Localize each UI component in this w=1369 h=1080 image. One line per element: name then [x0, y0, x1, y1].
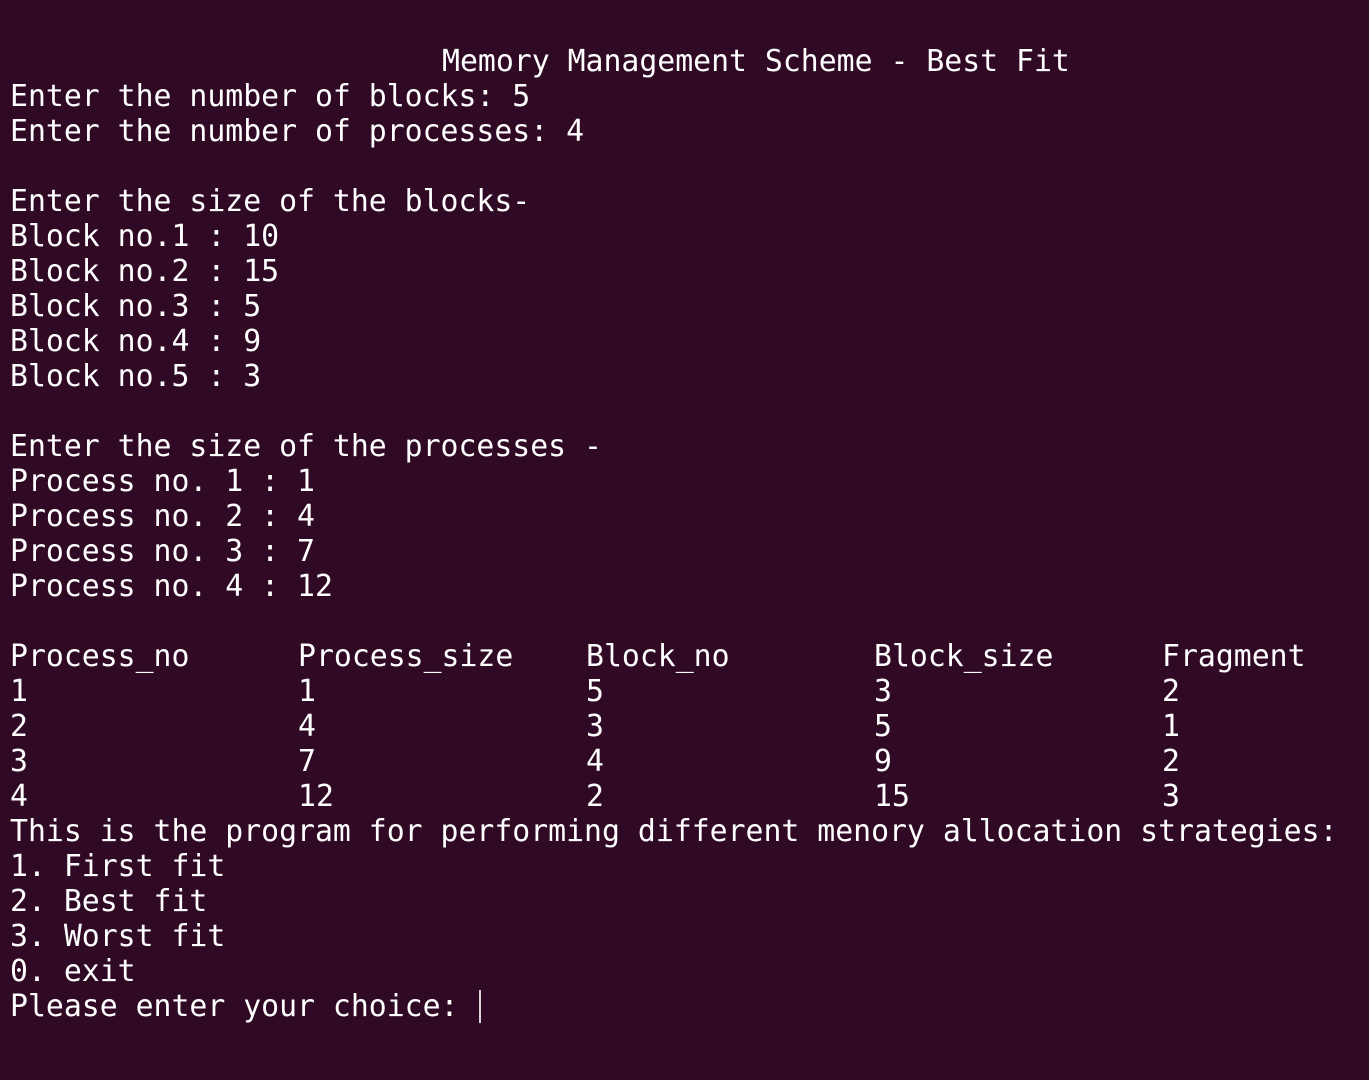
- menu-intro: This is the program for performing diffe…: [10, 814, 1338, 849]
- table-header-cell: Block_no: [586, 639, 730, 674]
- table-cell: 3: [1162, 779, 1180, 814]
- table-cell: 15: [874, 779, 910, 814]
- blocks-count-prompt: Enter the number of blocks: 5: [10, 79, 531, 114]
- table-cell: 7: [298, 744, 316, 779]
- table-header-cell: Process_no: [10, 639, 190, 674]
- table-cell: 4: [10, 779, 28, 814]
- menu-item: 2. Best fit: [10, 884, 208, 919]
- table-cell: 3: [10, 744, 28, 779]
- table-row: 3 7 4 9 2: [10, 744, 1369, 779]
- table-cell: 4: [298, 709, 316, 744]
- block-size-line: Block no.2 : 15: [10, 254, 280, 289]
- process-size-line: Process no. 3 : 7: [10, 534, 315, 569]
- table-header-cell: Block_size: [874, 639, 1054, 674]
- table-header-row: Process_no Process_size Block_no Block_s…: [10, 639, 1369, 674]
- table-row: 2 4 3 5 1: [10, 709, 1369, 744]
- terminal-window[interactable]: Memory Management Scheme - Best Fit Ente…: [0, 0, 1369, 1080]
- process-size-header: Enter the size of the processes -: [10, 429, 602, 464]
- table-cell: 2: [1162, 744, 1180, 779]
- table-cell: 3: [874, 674, 892, 709]
- block-size-line: Block no.1 : 10: [10, 219, 280, 254]
- table-cell: 1: [1162, 709, 1180, 744]
- table-row: 4 12 2 15 3: [10, 779, 1369, 814]
- choice-prompt: Please enter your choice:: [10, 989, 477, 1024]
- table-cell: 12: [298, 779, 334, 814]
- table-cell: 2: [586, 779, 604, 814]
- text-cursor[interactable]: [479, 990, 482, 1023]
- process-size-line: Process no. 2 : 4: [10, 499, 315, 534]
- block-size-line: Block no.5 : 3: [10, 359, 262, 394]
- processes-count-prompt: Enter the number of processes: 4: [10, 114, 585, 149]
- menu-item: 0. exit: [10, 954, 136, 989]
- menu-item: 3. Worst fit: [10, 919, 226, 954]
- table-cell: 3: [586, 709, 604, 744]
- block-size-line: Block no.4 : 9: [10, 324, 262, 359]
- table-cell: 5: [586, 674, 604, 709]
- table-cell: 4: [586, 744, 604, 779]
- table-cell: 9: [874, 744, 892, 779]
- table-cell: 1: [298, 674, 316, 709]
- table-cell: 5: [874, 709, 892, 744]
- process-size-line: Process no. 4 : 12: [10, 569, 333, 604]
- table-cell: 2: [1162, 674, 1180, 709]
- table-row: 1 1 5 3 2: [10, 674, 1369, 709]
- choice-input-line[interactable]: Please enter your choice:: [10, 989, 1369, 1024]
- menu-item: 1. First fit: [10, 849, 226, 884]
- block-size-line: Block no.3 : 5: [10, 289, 262, 324]
- process-size-line: Process no. 1 : 1: [10, 464, 315, 499]
- table-header-cell: Process_size: [298, 639, 514, 674]
- table-header-cell: Fragment: [1162, 639, 1306, 674]
- table-cell: 2: [10, 709, 28, 744]
- program-title: Memory Management Scheme - Best Fit: [442, 44, 1070, 79]
- block-size-header: Enter the size of the blocks-: [10, 184, 531, 219]
- table-cell: 1: [10, 674, 28, 709]
